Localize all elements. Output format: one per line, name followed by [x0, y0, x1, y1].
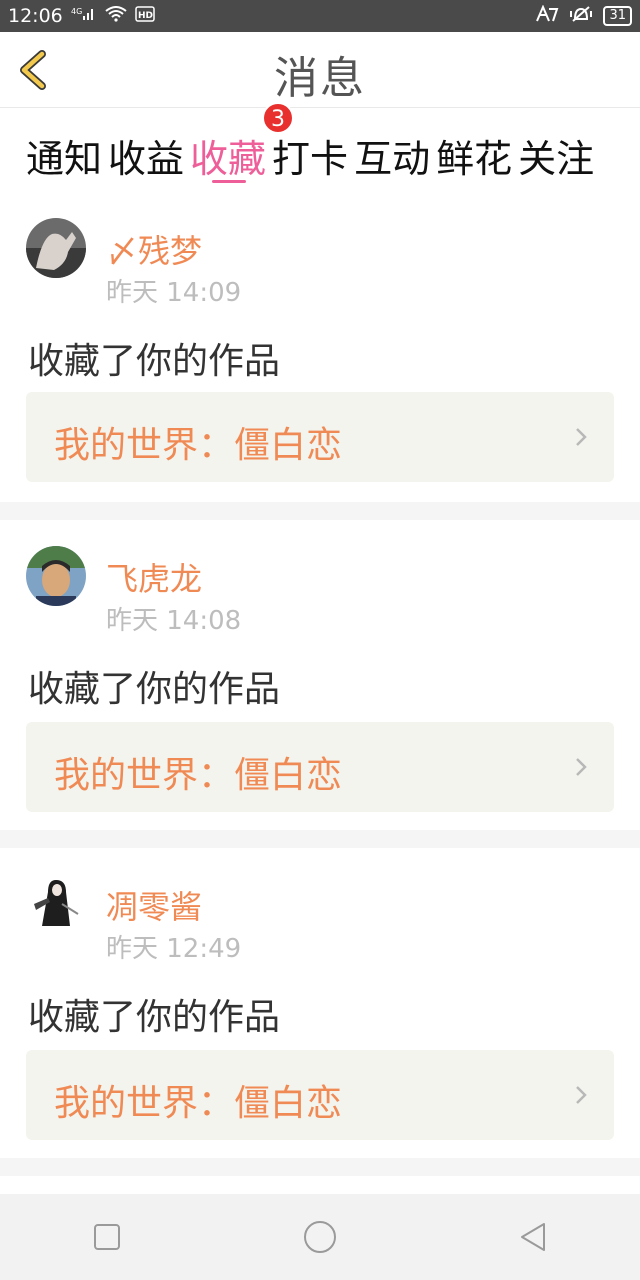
svg-text:HD: HD	[138, 11, 153, 21]
tab-label: 收益	[108, 137, 185, 181]
tab-flowers[interactable]: 鲜花	[436, 108, 512, 196]
system-navigation-bar	[0, 1194, 640, 1280]
status-time: 12:06	[8, 5, 63, 27]
tab-label: 通知	[26, 137, 103, 181]
square-icon	[93, 1224, 120, 1250]
message-card: 〆残梦 昨天 14:09 收藏了你的作品 我的世界：僵白恋	[0, 196, 640, 502]
chevron-right-icon	[576, 1086, 587, 1104]
action-text: 收藏了你的作品	[28, 341, 281, 382]
work-link[interactable]: 我的世界：僵白恋	[26, 1050, 614, 1140]
tab-label: 鲜花	[436, 137, 513, 181]
signal-icon: 4G	[71, 6, 97, 26]
work-link[interactable]: 我的世界：僵白恋	[26, 722, 614, 812]
vibrate-icon	[569, 5, 593, 27]
timestamp: 昨天 14:09	[106, 278, 242, 308]
tab-interactions[interactable]: 互动	[354, 108, 430, 196]
action-text: 收藏了你的作品	[28, 669, 281, 710]
svg-text:4G: 4G	[71, 7, 82, 16]
messages-screen: 12:06 4G HD 31 消息 通知 收益 收藏 3 打卡 互动 鲜花 关注…	[0, 0, 640, 1280]
circle-icon	[303, 1221, 336, 1253]
chevron-right-icon	[576, 758, 587, 776]
work-title: 我的世界：僵白恋	[54, 1083, 343, 1124]
user-name[interactable]: 〆残梦	[106, 226, 202, 272]
message-card-partial	[0, 1176, 640, 1194]
message-category-tabs: 通知 收益 收藏 3 打卡 互动 鲜花 关注	[0, 102, 640, 196]
work-title: 我的世界：僵白恋	[54, 755, 343, 796]
app-notification-icon	[535, 4, 559, 27]
tab-notifications[interactable]: 通知	[26, 108, 102, 196]
page-title: 消息	[274, 53, 366, 104]
timestamp: 昨天 12:49	[106, 934, 242, 964]
work-title: 我的世界：僵白恋	[54, 425, 343, 466]
active-tab-indicator	[212, 180, 247, 183]
tab-favorites[interactable]: 收藏 3	[190, 102, 295, 196]
wifi-icon	[105, 6, 127, 26]
battery-indicator: 31	[603, 6, 632, 26]
message-card: 凋零酱 昨天 12:49 收藏了你的作品 我的世界：僵白恋	[0, 848, 640, 1158]
system-back-button[interactable]	[503, 1207, 563, 1267]
user-name[interactable]: 凋零酱	[106, 882, 202, 928]
tab-label: 收藏	[190, 137, 267, 181]
avatar[interactable]	[26, 218, 86, 278]
work-link[interactable]: 我的世界：僵白恋	[26, 392, 614, 482]
recents-button[interactable]	[77, 1207, 137, 1267]
top-app-bar: 消息	[0, 32, 640, 108]
message-card: 飞虎龙 昨天 14:08 收藏了你的作品 我的世界：僵白恋	[0, 520, 640, 830]
action-text: 收藏了你的作品	[28, 997, 281, 1038]
tab-follows[interactable]: 关注	[518, 108, 594, 196]
tab-earnings[interactable]: 收益	[108, 108, 184, 196]
user-name[interactable]: 飞虎龙	[106, 554, 202, 600]
triangle-back-icon	[521, 1223, 546, 1251]
home-button[interactable]	[290, 1207, 350, 1267]
tab-label: 打卡	[272, 137, 349, 181]
hd-icon: HD	[135, 6, 155, 26]
tab-checkin[interactable]: 打卡	[272, 108, 348, 196]
tab-label: 互动	[354, 137, 431, 181]
chevron-right-icon	[576, 428, 587, 446]
tab-label: 关注	[518, 137, 595, 181]
status-bar: 12:06 4G HD 31	[0, 0, 640, 32]
avatar[interactable]	[26, 874, 86, 934]
timestamp: 昨天 14:08	[106, 606, 242, 636]
avatar[interactable]	[26, 546, 86, 606]
